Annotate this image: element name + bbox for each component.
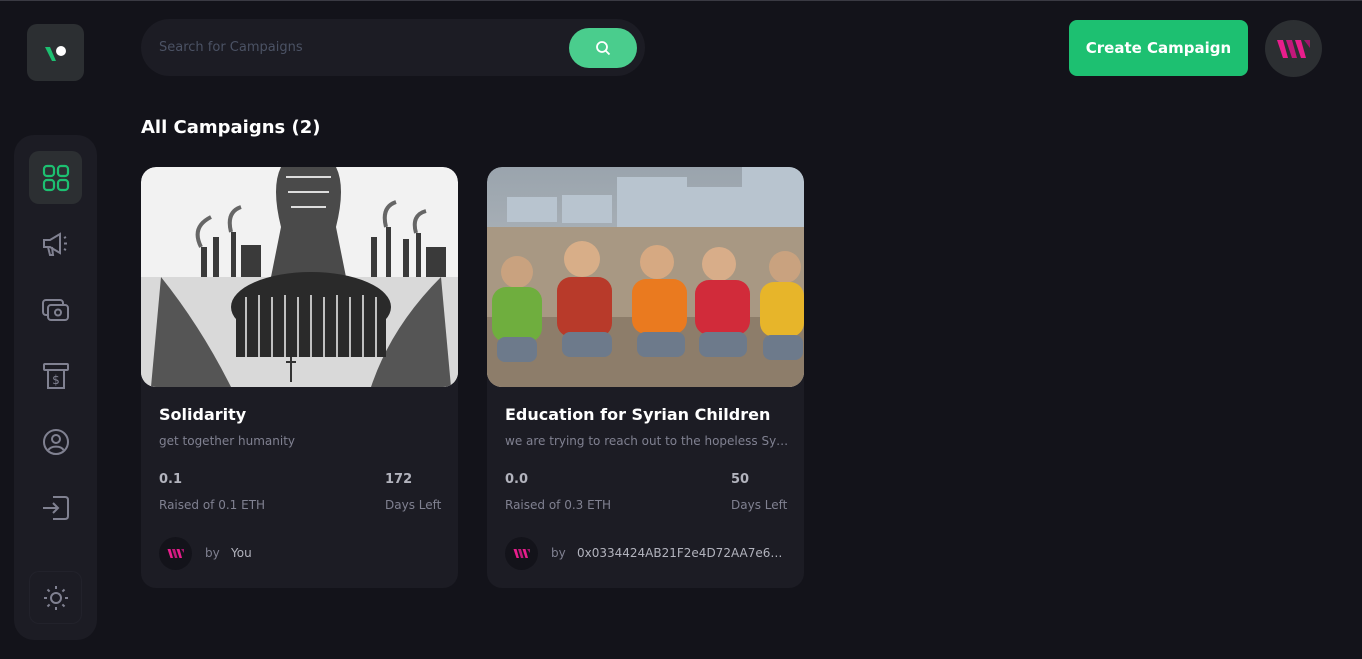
- owner-by-label: by: [551, 546, 566, 560]
- crowdfund-logo-icon: [44, 45, 66, 61]
- payment-icon: [41, 298, 69, 321]
- sidebar-item-payment[interactable]: [29, 283, 82, 336]
- owner-name: You: [231, 546, 252, 560]
- search-button[interactable]: [569, 27, 637, 68]
- owner-avatar: [159, 537, 192, 570]
- search-icon: [596, 40, 611, 55]
- user-brand-icon: [1276, 39, 1310, 58]
- logout-icon: [42, 495, 69, 520]
- theme-toggle[interactable]: [29, 571, 82, 624]
- campaign-image: [141, 167, 458, 387]
- dashboard-icon: [42, 164, 69, 191]
- campaign-card[interactable]: Solidarity get together humanity 0.1 Rai…: [141, 167, 458, 588]
- search-input[interactable]: [159, 40, 569, 55]
- campaign-title: Solidarity: [159, 405, 247, 424]
- app-logo[interactable]: [27, 24, 84, 81]
- raised-label: Raised of 0.3 ETH: [505, 498, 612, 512]
- days-left-label: Days Left: [731, 498, 788, 512]
- user-brand-icon: [513, 549, 530, 558]
- campaign-description: get together humanity: [159, 434, 296, 448]
- create-campaign-button[interactable]: Create Campaign: [1069, 20, 1248, 76]
- user-brand-icon: [167, 549, 184, 558]
- svg-text:$: $: [52, 373, 60, 387]
- search-bar: [141, 19, 645, 76]
- megaphone-icon: [42, 231, 67, 256]
- sidebar-item-logout[interactable]: [29, 481, 82, 534]
- sidebar-item-campaign[interactable]: [29, 217, 82, 270]
- raised-label: Raised of 0.1 ETH: [159, 498, 266, 512]
- owner-name: 0x0334424AB21F2e4D72AA7e6F0d3C: [577, 546, 787, 560]
- days-left-value: 172: [385, 472, 413, 487]
- raised-amount: 0.0: [505, 472, 529, 487]
- sidebar: $: [14, 135, 97, 640]
- sun-icon: [43, 585, 68, 610]
- campaign-description: we are trying to reach out to the hopele…: [505, 434, 790, 448]
- sidebar-item-withdraw[interactable]: $: [29, 349, 82, 402]
- profile-icon: [42, 428, 69, 455]
- days-left-label: Days Left: [385, 498, 442, 512]
- profile-avatar[interactable]: [1265, 20, 1322, 77]
- campaign-title: Education for Syrian Children: [505, 405, 771, 424]
- campaign-card[interactable]: Education for Syrian Children we are try…: [487, 167, 804, 588]
- withdraw-icon: $: [42, 362, 69, 389]
- days-left-value: 50: [731, 472, 750, 487]
- owner-by-label: by: [205, 546, 220, 560]
- campaign-image: [487, 167, 804, 387]
- owner-avatar: [505, 537, 538, 570]
- sidebar-item-profile[interactable]: [29, 415, 82, 468]
- sidebar-item-dashboard[interactable]: [29, 151, 82, 204]
- page-title: All Campaigns (2): [141, 117, 321, 138]
- raised-amount: 0.1: [159, 472, 183, 487]
